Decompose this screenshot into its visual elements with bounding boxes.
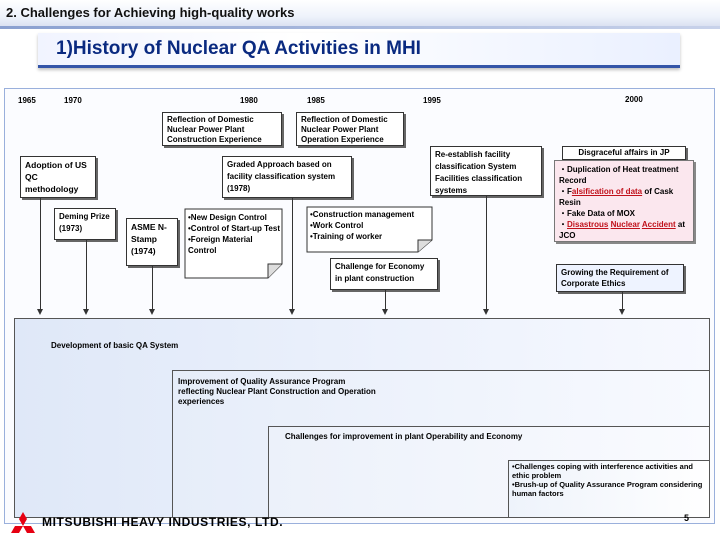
- asme-nstamp-box: ASME N-Stamp (1974): [126, 218, 178, 266]
- year-1980: 1980: [240, 96, 258, 105]
- arrow-graded: [289, 198, 295, 315]
- management-item-3: •Training of worker: [310, 232, 383, 241]
- arrow-ethics: [619, 292, 625, 315]
- design-item-2: •Control of Start-up Test: [188, 224, 280, 233]
- management-list: •Construction management •Work Control •…: [310, 209, 434, 242]
- management-item-1: •Construction management: [310, 210, 415, 219]
- design-item-3: •Foreign Material Control: [188, 235, 253, 255]
- arrow-adoption: [37, 198, 43, 315]
- disgraceful-item-3: ・Fake Data of MOX: [559, 209, 636, 218]
- design-item-1: •New Design Control: [188, 213, 267, 222]
- economy-box: Challenge for Economy in plant construct…: [330, 258, 438, 290]
- arrow-deming: [83, 240, 89, 315]
- stair-step-4: •Challenges coping with interference act…: [508, 460, 710, 518]
- section-title: 2. Challenges for Achieving high-quality…: [6, 5, 295, 20]
- disgraceful-item-1: ・Duplication of Heat treatment Record: [559, 165, 679, 185]
- reestablish-box: Re-establish facility classification Sys…: [430, 146, 542, 196]
- page-title: 1)History of Nuclear QA Activities in MH…: [56, 38, 421, 59]
- company-name: MITSUBISHI HEAVY INDUSTRIES, LTD.: [42, 515, 284, 529]
- arrow-reestablish: [483, 196, 489, 315]
- year-1985: 1985: [307, 96, 325, 105]
- deming-prize-box: Deming Prize (1973): [54, 208, 116, 240]
- disgraceful-item-4: ・Disastrous Nuclear Accident at JCO: [559, 220, 686, 240]
- page-number: 5: [684, 513, 690, 523]
- arrow-economy: [382, 290, 388, 315]
- year-1995: 1995: [423, 96, 441, 105]
- design-control-list: •New Design Control •Control of Start-up…: [188, 212, 282, 256]
- year-2000: 2000: [625, 95, 643, 104]
- disgraceful-title-box: Disgraceful affairs in JP: [562, 146, 686, 160]
- disgraceful-list-box: ・Duplication of Heat treatment Record ・F…: [554, 160, 694, 242]
- graded-approach-box: Graded Approach based on facility classi…: [222, 156, 352, 198]
- reflection-operation-box: Reflection of Domestic Nuclear Power Pla…: [296, 112, 404, 146]
- adoption-box: Adoption of US QC methodology: [20, 156, 96, 198]
- stair-step-2-label: Improvement of Quality Assurance Program…: [178, 377, 376, 406]
- year-1970: 1970: [64, 96, 82, 105]
- header-divider: [0, 26, 720, 29]
- management-item-2: •Work Control: [310, 221, 364, 230]
- ethics-box: Growing the Requirement of Corporate Eth…: [556, 264, 684, 292]
- stair-step-4-label: •Challenges coping with interference act…: [512, 462, 708, 498]
- step-4-item-2: •Brush-up of Quality Assurance Program c…: [512, 480, 703, 498]
- stair-step-1-label: Development of basic QA System: [51, 341, 179, 350]
- year-1965: 1965: [18, 96, 36, 105]
- step-4-item-1: •Challenges coping with interference act…: [512, 462, 694, 480]
- disgraceful-item-2: ・Falsification of data of Cask Resin: [559, 187, 674, 207]
- reflection-construction-box: Reflection of Domestic Nuclear Power Pla…: [162, 112, 282, 146]
- stair-step-3-label: Challenges for improvement in plant Oper…: [285, 432, 523, 441]
- mitsubishi-logo-icon: [11, 512, 35, 533]
- arrow-asme: [149, 266, 155, 315]
